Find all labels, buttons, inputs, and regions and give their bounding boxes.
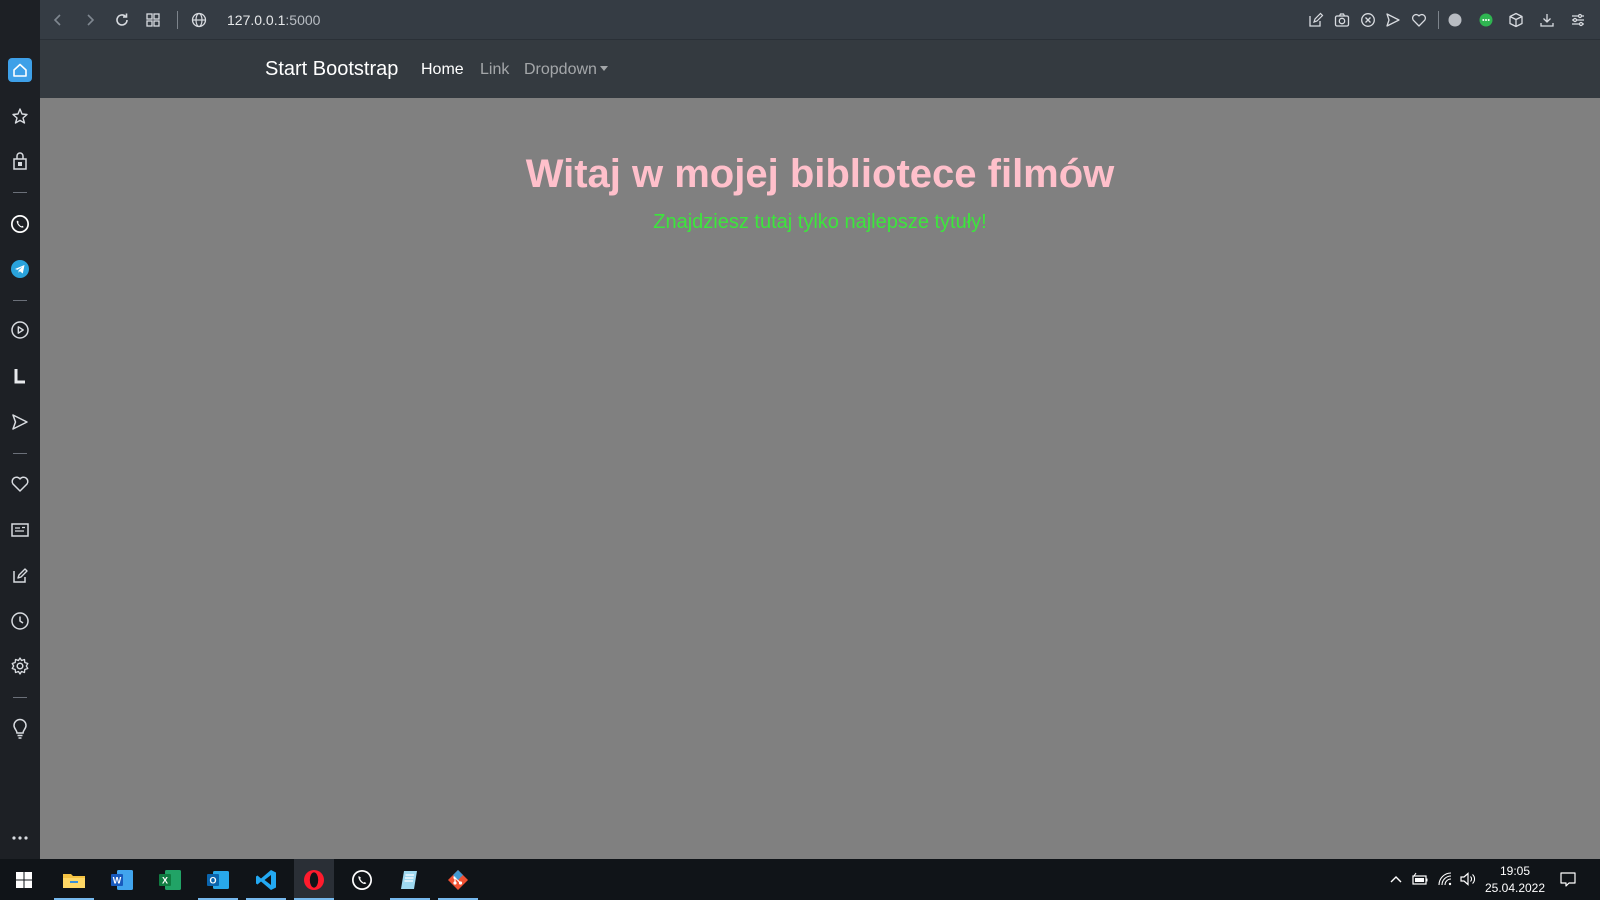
bookmarks-icon[interactable] <box>8 104 32 128</box>
svg-text:O: O <box>209 875 216 885</box>
send-icon[interactable] <box>1381 8 1405 32</box>
sidebar-separator <box>13 697 27 698</box>
page-content: Witaj w mojej bibliotece filmów Znajdzie… <box>40 98 1600 859</box>
heart-icon[interactable] <box>8 472 32 496</box>
system-clock[interactable]: 19:05 25.04.2022 <box>1482 863 1548 897</box>
nav-link-home[interactable]: Home <box>421 60 464 80</box>
heart-icon[interactable] <box>1407 8 1431 32</box>
messenger-extension-icon[interactable] <box>1474 8 1498 32</box>
sidebar-separator <box>13 300 27 301</box>
send-icon[interactable] <box>8 410 32 434</box>
git-icon[interactable] <box>438 859 478 900</box>
nav-link-link[interactable]: Link <box>480 60 509 80</box>
snapshot-edit-icon[interactable] <box>1304 8 1328 32</box>
windows-start-icon[interactable] <box>4 859 44 900</box>
back-icon[interactable] <box>46 8 70 32</box>
navbar-brand[interactable]: Start Bootstrap <box>265 57 398 81</box>
chevron-up-icon[interactable] <box>1385 868 1407 890</box>
easy-setup-icon[interactable] <box>1566 8 1590 32</box>
sidebar-separator <box>13 453 27 454</box>
forward-icon[interactable] <box>78 8 102 32</box>
svg-text:W: W <box>113 875 122 885</box>
camera-icon[interactable] <box>1330 8 1354 32</box>
tips-icon[interactable] <box>8 717 32 741</box>
history-icon[interactable] <box>8 609 32 633</box>
profile-icon[interactable] <box>1443 8 1467 32</box>
site-navbar: Start Bootstrap Home Link Dropdown <box>40 40 1600 98</box>
reload-icon[interactable] <box>110 8 134 32</box>
windows-taskbar: W X O 19:05 25.04.2022 <box>0 859 1600 900</box>
file-explorer-icon[interactable] <box>54 859 94 900</box>
excel-icon[interactable]: X <box>150 859 190 900</box>
whatsapp-icon[interactable] <box>8 212 32 236</box>
volume-icon[interactable] <box>1457 868 1479 890</box>
more-icon[interactable] <box>8 826 32 850</box>
nav-dropdown-label: Dropdown <box>524 61 597 78</box>
nav-dropdown-toggle[interactable]: Dropdown <box>524 60 608 80</box>
site-info-icon[interactable] <box>187 8 211 32</box>
settings-icon[interactable] <box>8 654 32 678</box>
clock-date: 25.04.2022 <box>1484 881 1546 895</box>
svg-text:X: X <box>162 875 168 885</box>
battery-icon[interactable] <box>1409 868 1431 890</box>
home-icon[interactable] <box>8 58 32 82</box>
extensions-cube-icon[interactable] <box>1504 8 1528 32</box>
url-host: 127.0.0.1 <box>227 12 286 28</box>
l-icon[interactable] <box>8 364 32 388</box>
notifications-icon[interactable] <box>1557 868 1579 890</box>
edit-icon[interactable] <box>8 564 32 588</box>
news-icon[interactable] <box>8 518 32 542</box>
url-port: :5000 <box>285 12 321 28</box>
word-icon[interactable]: W <box>102 859 142 900</box>
toolbar-divider <box>1438 11 1439 29</box>
adblock-icon[interactable] <box>1356 8 1380 32</box>
sidebar-separator <box>13 192 27 193</box>
wifi-icon[interactable] <box>1434 868 1456 890</box>
vscode-icon[interactable] <box>246 859 286 900</box>
opera-icon[interactable] <box>294 859 334 900</box>
download-icon[interactable] <box>1535 8 1559 32</box>
caret-down-icon <box>599 66 608 71</box>
browser-toolbar: 127.0.0.1:5000 <box>40 0 1600 40</box>
telegram-icon[interactable] <box>8 257 32 281</box>
address-bar[interactable]: 127.0.0.1:5000 <box>227 11 320 29</box>
toolbar-divider <box>177 11 178 29</box>
whatsapp-icon[interactable] <box>342 859 382 900</box>
browser-sidebar <box>0 0 40 859</box>
outlook-icon[interactable]: O <box>198 859 238 900</box>
notepad-icon[interactable] <box>390 859 430 900</box>
wallet-icon[interactable] <box>8 149 32 173</box>
tabs-grid-icon[interactable] <box>141 8 165 32</box>
page-subtitle: Znajdziesz tutaj tylko najlepsze tytuły! <box>653 211 987 233</box>
page-title: Witaj w mojej bibliotece filmów <box>525 152 1115 196</box>
player-icon[interactable] <box>8 318 32 342</box>
clock-time: 19:05 <box>1499 864 1531 878</box>
